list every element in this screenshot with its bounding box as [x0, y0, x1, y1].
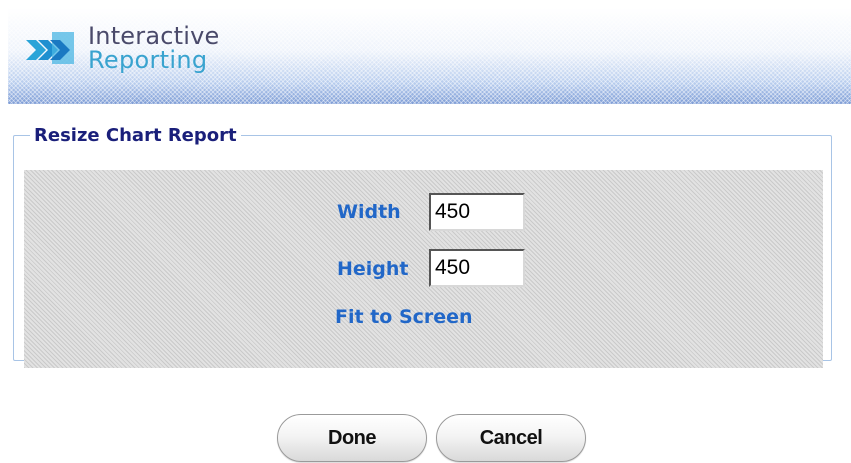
interactive-reporting-logo-icon — [26, 32, 74, 64]
done-button[interactable]: Done — [277, 414, 427, 462]
brand-line1: Interactive — [88, 22, 220, 50]
panel-title: Resize Chart Report — [34, 125, 237, 146]
fit-to-screen-link[interactable]: Fit to Screen — [335, 306, 473, 328]
brand-name: Interactive Reporting — [88, 24, 219, 72]
width-input[interactable] — [429, 193, 525, 231]
cancel-button[interactable]: Cancel — [436, 414, 586, 462]
width-label: Width — [337, 201, 401, 223]
height-label: Height — [337, 258, 409, 280]
brand-line2: Reporting — [88, 46, 208, 74]
app-header: Interactive Reporting — [8, 8, 851, 104]
panel-body — [24, 170, 823, 368]
height-input[interactable] — [429, 249, 525, 287]
